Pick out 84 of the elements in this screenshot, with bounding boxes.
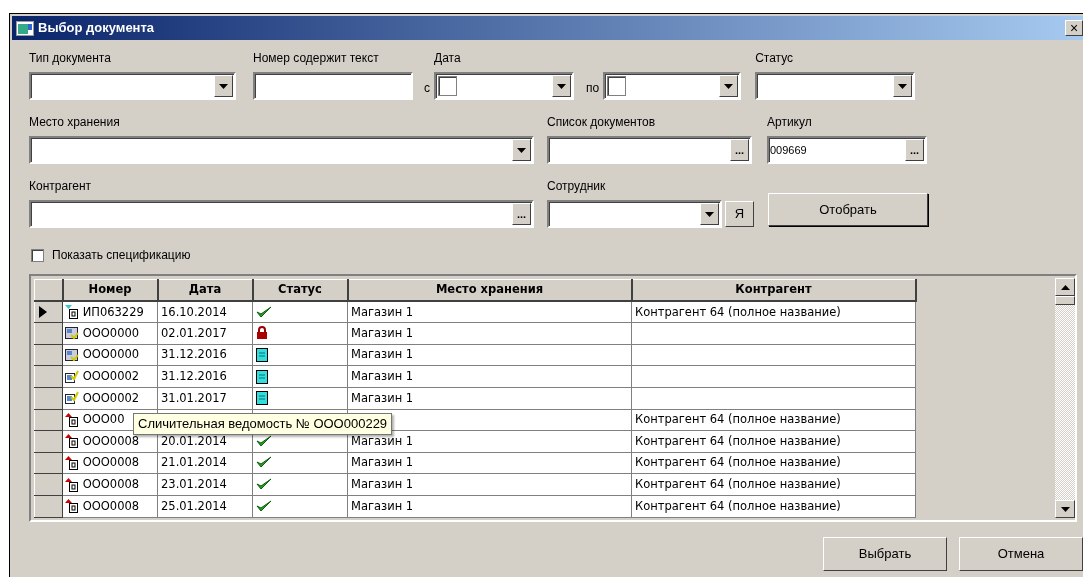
dropdown-arrow-icon bbox=[705, 211, 714, 217]
column-header[interactable]: Место хранения bbox=[347, 279, 632, 302]
table-cell: Магазин 1 bbox=[347, 495, 632, 518]
ellipsis-button[interactable]: ... bbox=[512, 203, 531, 225]
document-number: ООО0008 bbox=[81, 433, 140, 448]
document-list-field[interactable]: ... bbox=[547, 136, 752, 164]
field-label: Список документов bbox=[547, 114, 657, 131]
row-indicator[interactable] bbox=[34, 387, 63, 410]
row-indicator[interactable] bbox=[34, 495, 63, 518]
document-number: ООО00 bbox=[81, 412, 125, 427]
field-label: Сотрудник bbox=[547, 178, 607, 195]
dropdown-arrow-icon bbox=[517, 147, 526, 153]
checkbox-label: Показать спецификацию bbox=[52, 247, 191, 264]
status-combo[interactable] bbox=[755, 72, 916, 100]
field-label: Номер содержит текст bbox=[253, 50, 380, 67]
column-header[interactable]: Номер bbox=[62, 279, 158, 302]
window-title: Выбор документа bbox=[38, 19, 155, 38]
checkbox[interactable] bbox=[607, 76, 627, 96]
table-cell: Контрагент 64 (полное название) bbox=[631, 409, 916, 431]
table-cell: Магазин 1 bbox=[347, 322, 632, 345]
date-from-label: с bbox=[424, 80, 430, 97]
document-number: ООО0002 bbox=[81, 369, 140, 384]
table-cell: Магазин 1 bbox=[347, 344, 632, 366]
storage-combo[interactable] bbox=[29, 136, 534, 164]
dialog-button[interactable]: Выбрать bbox=[823, 537, 947, 571]
ellipsis-button[interactable]: ... bbox=[730, 139, 749, 161]
dropdown-arrow-icon bbox=[898, 83, 908, 89]
table-cell: Магазин 1 bbox=[347, 452, 632, 474]
table-cell: Контрагент 64 (полное название) bbox=[631, 430, 916, 453]
ellipsis-button[interactable]: ... bbox=[905, 139, 924, 161]
field-label: Артикул bbox=[767, 114, 813, 131]
row-indicator[interactable] bbox=[34, 365, 63, 388]
row-indicator[interactable] bbox=[34, 322, 63, 345]
dropdown-arrow-icon bbox=[557, 83, 566, 89]
field-label: Тип документа bbox=[29, 50, 112, 67]
field-label: Место хранения bbox=[29, 114, 121, 131]
document-number: ООО0008 bbox=[81, 498, 140, 513]
column-header[interactable]: Контрагент bbox=[631, 279, 916, 302]
row-indicator[interactable] bbox=[34, 344, 63, 366]
current-row-icon bbox=[39, 306, 47, 318]
column-header[interactable]: Статус bbox=[252, 279, 348, 302]
article-field[interactable]: 009669 ... bbox=[767, 136, 927, 164]
table-cell: Магазин 1 bbox=[347, 301, 632, 323]
table-cell: Магазин 1 bbox=[347, 387, 632, 410]
window-icon bbox=[16, 20, 34, 36]
dialog-button[interactable]: Отмена bbox=[959, 537, 1083, 571]
row-indicator[interactable] bbox=[34, 409, 63, 431]
tooltip: Сличительная ведомость № ООО000229 bbox=[133, 413, 393, 435]
apply-button[interactable]: Отобрать bbox=[768, 193, 928, 226]
checkbox[interactable] bbox=[438, 76, 457, 96]
row-indicator[interactable] bbox=[34, 452, 63, 474]
column-header[interactable]: Дата bbox=[157, 279, 253, 302]
dropdown-arrow-icon bbox=[219, 83, 228, 89]
date-to-label: по bbox=[586, 80, 600, 97]
document-type-combo[interactable] bbox=[29, 72, 236, 100]
row-indicator[interactable] bbox=[34, 430, 63, 453]
field-label: Статус bbox=[755, 50, 795, 67]
field-label: Контрагент bbox=[29, 178, 93, 195]
table-cell: Контрагент 64 (полное название) bbox=[631, 473, 916, 496]
close-button[interactable]: × bbox=[1065, 20, 1083, 36]
document-number: ООО0000 bbox=[81, 347, 140, 362]
document-number: ООО0008 bbox=[81, 455, 140, 470]
number-field[interactable] bbox=[253, 72, 413, 100]
document-number: ИП063229 bbox=[81, 304, 144, 319]
row-indicator[interactable] bbox=[34, 473, 63, 496]
table-cell: Контрагент 64 (полное название) bbox=[631, 495, 916, 518]
table-cell: Контрагент 64 (полное название) bbox=[631, 301, 916, 323]
document-number: ООО0002 bbox=[81, 390, 140, 405]
document-number: ООО0008 bbox=[81, 477, 140, 491]
field-label: Дата bbox=[434, 50, 462, 67]
dropdown-arrow-icon bbox=[724, 83, 734, 89]
date-to-picker[interactable] bbox=[603, 72, 742, 100]
employee-combo[interactable] bbox=[547, 200, 722, 228]
date-from-picker[interactable] bbox=[434, 72, 574, 100]
table-cell: Магазин 1 bbox=[347, 365, 632, 388]
document-number: ООО0000 bbox=[81, 325, 140, 340]
checkbox[interactable] bbox=[31, 248, 44, 262]
table-cell: Магазин 1 bbox=[347, 473, 632, 496]
scroll-thumb[interactable] bbox=[1055, 296, 1075, 305]
table-cell: Контрагент 64 (полное название) bbox=[631, 452, 916, 474]
row-indicator[interactable] bbox=[34, 301, 63, 323]
me-button[interactable]: Я bbox=[725, 201, 754, 227]
scrollbar[interactable] bbox=[1055, 278, 1075, 518]
counterparty-field[interactable]: ... bbox=[29, 200, 534, 228]
